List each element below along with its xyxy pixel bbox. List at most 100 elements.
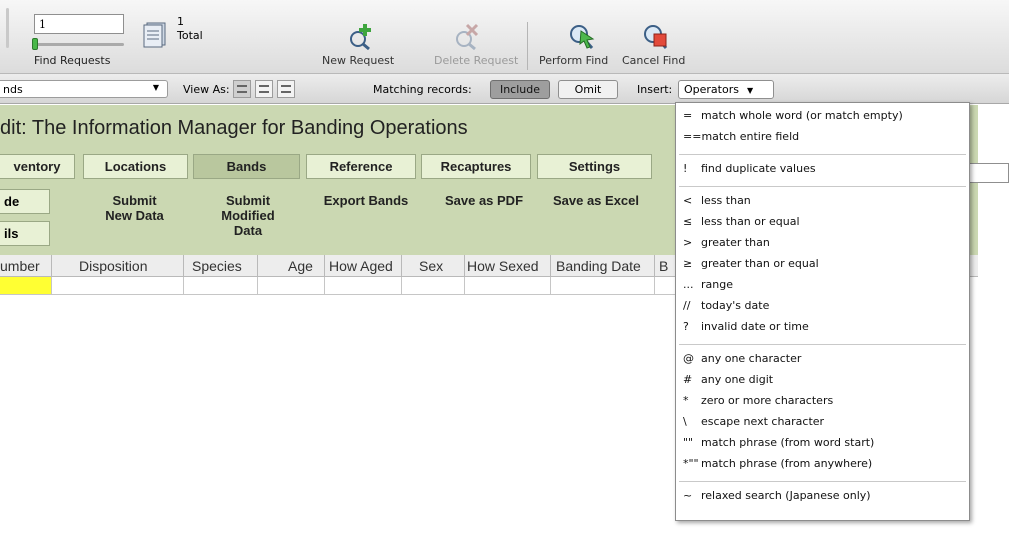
table-cell-number[interactable] <box>0 277 52 295</box>
operator-description: any one character <box>701 352 802 365</box>
menu-separator <box>679 154 966 155</box>
operator-symbol: ≥ <box>683 257 693 270</box>
record-slider-thumb[interactable] <box>32 38 38 50</box>
view-as-list-button[interactable] <box>255 80 273 98</box>
perform-find-button[interactable]: Perform Find <box>539 54 608 67</box>
tab-inventory[interactable]: ventory <box>0 154 75 179</box>
operators-label: Operators <box>684 83 739 96</box>
operator-menu-item[interactable]: "" match phrase (from word start) <box>683 436 874 449</box>
layout-select-value: nds <box>3 83 23 96</box>
table-cell-how-aged[interactable] <box>325 277 402 295</box>
layout-select[interactable]: nds ▼ <box>0 80 168 98</box>
tab-locations[interactable]: Locations <box>83 154 188 179</box>
operator-menu-item[interactable]: *"" match phrase (from anywhere) <box>683 457 872 470</box>
perform-find-icon[interactable] <box>567 22 597 50</box>
column-header-species: Species <box>184 255 258 277</box>
operator-menu-item[interactable]: @ any one character <box>683 352 801 365</box>
operator-menu-item[interactable]: ≥ greater than or equal <box>683 257 819 270</box>
stack-icon <box>143 22 166 48</box>
operator-menu-item[interactable]: ≤ less than or equal <box>683 215 800 228</box>
operator-menu-item[interactable]: = match whole word (or match empty) <box>683 109 903 122</box>
save-as-pdf-button[interactable]: Save as PDF <box>434 193 534 208</box>
column-header-sex: Sex <box>402 255 465 277</box>
view-as-table-button[interactable] <box>277 80 295 98</box>
new-request-button[interactable]: New Request <box>322 54 394 67</box>
delete-request-icon <box>456 23 479 50</box>
find-requests-label: Find Requests <box>34 54 111 67</box>
operator-symbol: == <box>683 130 702 143</box>
operator-menu-item[interactable]: ~ relaxed search (Japanese only) <box>683 489 871 502</box>
operator-menu-item[interactable]: < less than <box>683 194 751 207</box>
toolbar-grip <box>6 8 9 48</box>
operator-menu-item[interactable]: \ escape next character <box>683 415 824 428</box>
cancel-find-icon[interactable] <box>641 22 671 50</box>
omit-button[interactable]: Omit <box>558 80 618 99</box>
operator-menu-item[interactable]: # any one digit <box>683 373 773 386</box>
view-as-form-button[interactable] <box>233 80 251 98</box>
table-cell-age[interactable] <box>258 277 325 295</box>
table-cell-species[interactable] <box>184 277 258 295</box>
side-button-details[interactable]: ils <box>0 221 50 246</box>
menu-separator <box>679 186 966 187</box>
record-number-input[interactable] <box>34 14 124 34</box>
table-cell-sex[interactable] <box>402 277 465 295</box>
tab-settings[interactable]: Settings <box>537 154 652 179</box>
operator-description: zero or more characters <box>701 394 834 407</box>
table-cell-disposition[interactable] <box>52 277 184 295</box>
table-cell-banding-date[interactable] <box>551 277 655 295</box>
save-as-excel-button[interactable]: Save as Excel <box>542 193 650 208</box>
operator-description: greater than or equal <box>701 257 819 270</box>
operator-description: match phrase (from word start) <box>701 436 875 449</box>
view-as-label: View As: <box>183 83 230 96</box>
form-view-icon <box>237 85 247 93</box>
operator-description: invalid date or time <box>701 320 809 333</box>
operator-menu-item[interactable]: ... range <box>683 278 733 291</box>
table-cell-how-sexed[interactable] <box>465 277 551 295</box>
table-view-icon <box>281 85 291 93</box>
operator-symbol: = <box>683 109 693 122</box>
tab-recaptures[interactable]: Recaptures <box>421 154 531 179</box>
total-label: Total <box>177 29 203 42</box>
found-count: 1 <box>177 15 184 28</box>
operator-symbol: > <box>683 236 693 249</box>
tab-reference[interactable]: Reference <box>306 154 416 179</box>
column-header-banding-date: Banding Date <box>551 255 655 277</box>
operators-dropdown[interactable]: Operators ▼ <box>678 80 774 99</box>
status-toolbar: Find Requests 1 Total New Request Delete… <box>0 0 1009 74</box>
chevron-down-icon: ▼ <box>152 83 159 92</box>
operator-menu-item[interactable]: > greater than <box>683 236 770 249</box>
include-button[interactable]: Include <box>490 80 550 99</box>
export-bands-button[interactable]: Export Bands <box>314 193 418 208</box>
operator-symbol: "" <box>683 436 694 449</box>
operator-description: find duplicate values <box>701 162 816 175</box>
page-title: dit: The Information Manager for Banding… <box>0 117 468 139</box>
operator-symbol: \ <box>683 415 687 428</box>
side-button-mode[interactable]: de <box>0 189 50 214</box>
operator-description: match entire field <box>701 130 800 143</box>
operator-menu-item[interactable]: * zero or more characters <box>683 394 833 407</box>
operator-symbol: @ <box>683 352 694 365</box>
cancel-find-button[interactable]: Cancel Find <box>622 54 685 67</box>
table-cell-b[interactable] <box>655 277 677 295</box>
operator-description: range <box>701 278 733 291</box>
submit-mod-line2: Modified <box>221 208 275 223</box>
operator-symbol: ? <box>683 320 689 333</box>
operator-description: match phrase (from anywhere) <box>701 457 873 470</box>
operator-menu-item[interactable]: ? invalid date or time <box>683 320 809 333</box>
new-request-icon[interactable] <box>346 22 376 50</box>
submit-modified-data-button[interactable]: Submit Modified Data <box>204 193 292 238</box>
operator-description: less than <box>701 194 751 207</box>
submit-new-data-button[interactable]: Submit New Data <box>92 193 177 223</box>
operator-symbol: ~ <box>683 489 693 502</box>
column-header-how-aged: How Aged <box>325 255 402 277</box>
operator-menu-item[interactable]: ! find duplicate values <box>683 162 816 175</box>
submit-new-line1: Submit <box>112 193 157 208</box>
submit-mod-line3: Data <box>233 223 263 238</box>
record-slider-track[interactable] <box>34 43 124 46</box>
tab-bands[interactable]: Bands <box>193 154 300 179</box>
operator-description: relaxed search (Japanese only) <box>701 489 871 502</box>
operator-menu-item[interactable]: ==match entire field <box>683 130 799 143</box>
menu-separator <box>679 344 966 345</box>
toolbar-separator <box>527 22 528 70</box>
operator-menu-item[interactable]: // today's date <box>683 299 769 312</box>
